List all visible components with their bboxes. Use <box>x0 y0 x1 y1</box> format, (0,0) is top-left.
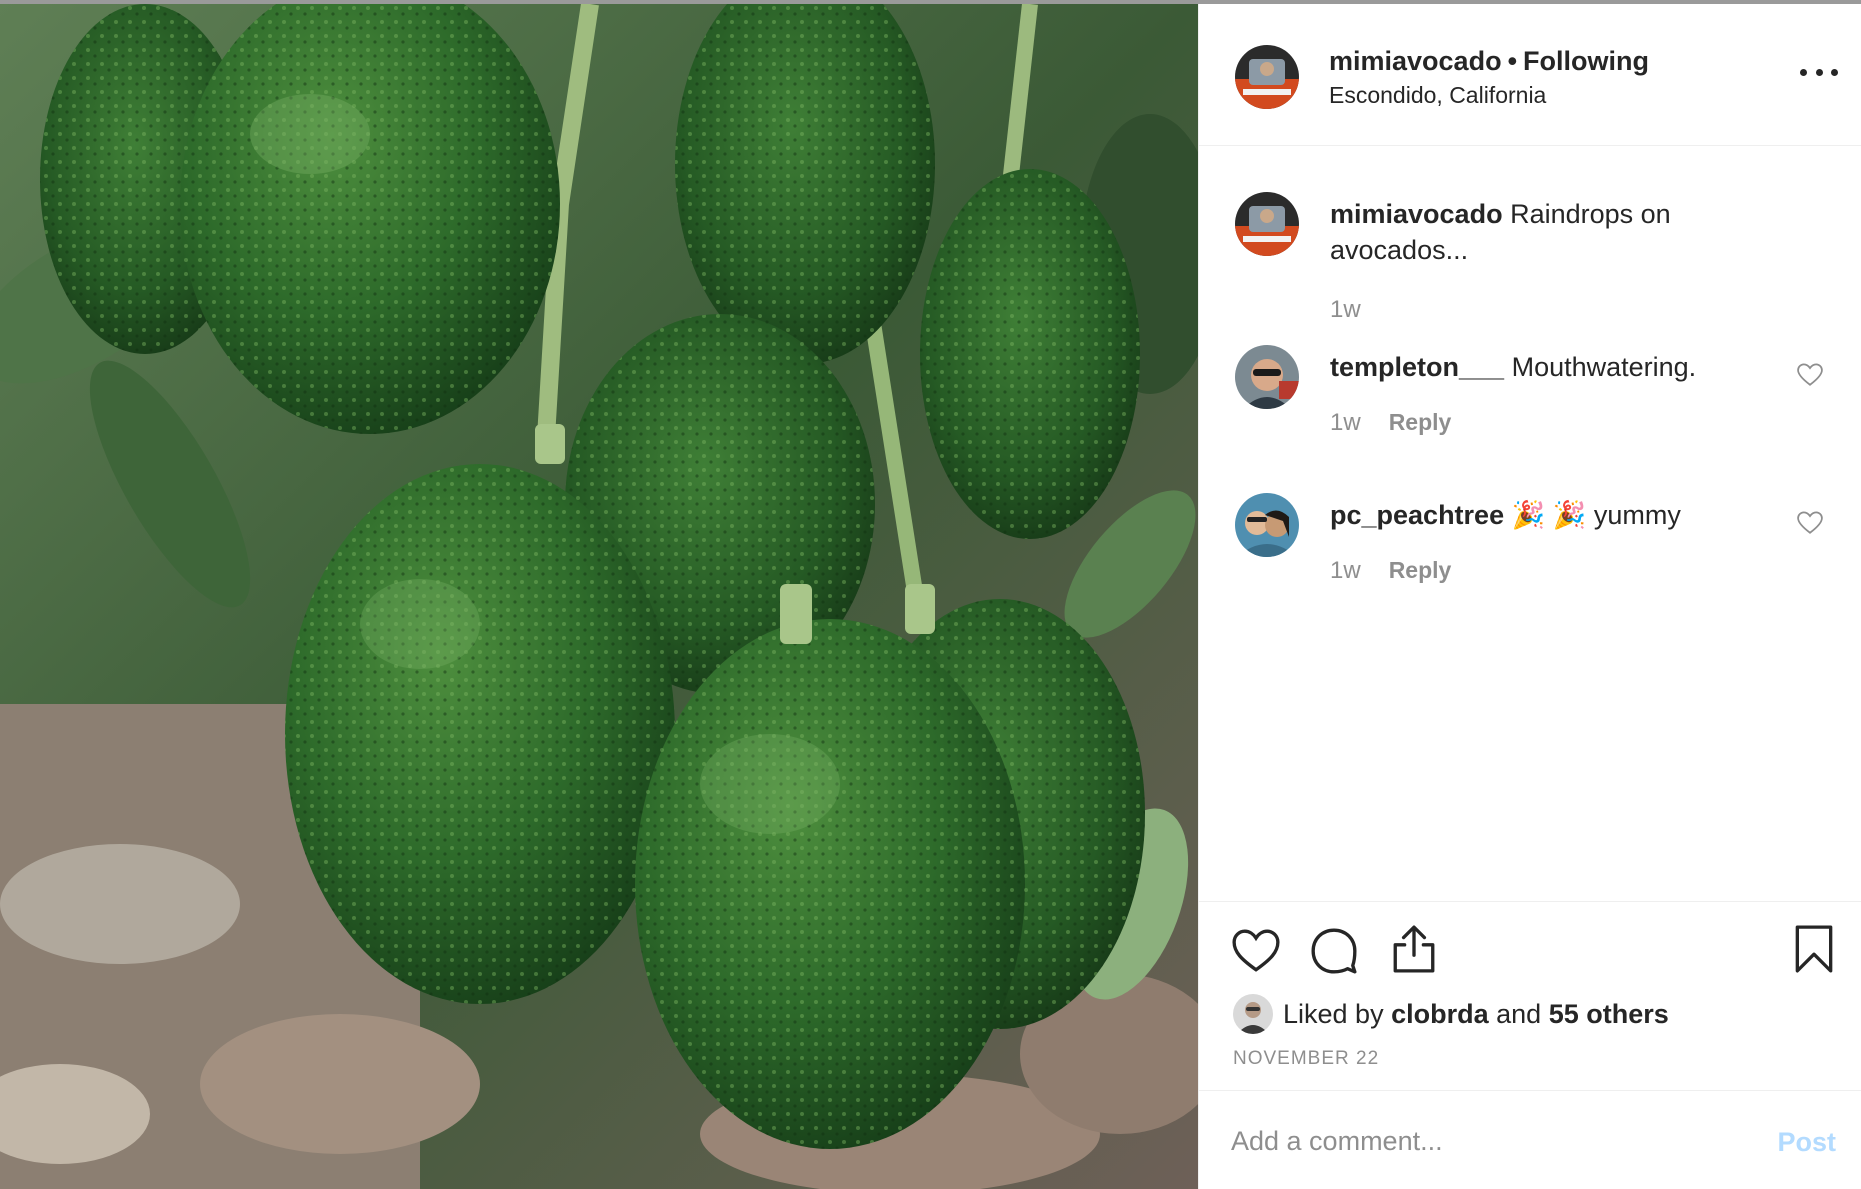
post-date[interactable]: NOVEMBER 22 <box>1233 1048 1379 1070</box>
add-comment-bar: Post <box>1199 1091 1861 1189</box>
comment-item: pc_peachtree 🎉 🎉 yummy 1w Reply <box>1235 493 1835 593</box>
liker-avatar[interactable] <box>1233 994 1273 1034</box>
post-photo[interactable] <box>0 4 1198 1189</box>
comment-time[interactable]: 1w <box>1330 557 1361 584</box>
post-caption: mimiavocado Raindrops on avocados... 1w <box>1235 192 1835 323</box>
reply-button[interactable]: Reply <box>1389 409 1452 435</box>
post-details-panel: mimiavocado • Following Escondido, Califor… <box>1198 4 1861 1189</box>
comment-meta: 1w Reply <box>1330 409 1451 437</box>
speech-bubble-icon[interactable] <box>1309 926 1359 976</box>
comment-time[interactable]: 1w <box>1330 409 1361 436</box>
bookmark-icon[interactable] <box>1789 924 1839 974</box>
likes-others-link[interactable]: 55 others <box>1549 999 1669 1030</box>
comment-text: Mouthwatering. <box>1511 352 1697 382</box>
heart-outline-icon[interactable] <box>1231 926 1281 976</box>
caption-text-block: mimiavocado Raindrops on avocados... <box>1330 196 1750 268</box>
comment-meta: 1w Reply <box>1330 557 1451 585</box>
comment-item: templeton___ Mouthwatering. 1w Reply <box>1235 345 1835 445</box>
likes-prefix: Liked by <box>1283 998 1384 1029</box>
post-comment-button[interactable]: Post <box>1777 1127 1836 1158</box>
reply-button[interactable]: Reply <box>1389 557 1452 583</box>
caption-time[interactable]: 1w <box>1330 296 1361 323</box>
comment-input[interactable] <box>1231 1119 1731 1163</box>
following-button[interactable]: Following <box>1523 46 1649 76</box>
heart-outline-icon[interactable] <box>1797 363 1823 387</box>
liker-username[interactable]: clobrda <box>1391 999 1489 1030</box>
comments-list: mimiavocado Raindrops on avocados... 1w … <box>1199 146 1861 901</box>
caption-meta: 1w <box>1330 296 1361 324</box>
heart-outline-icon[interactable] <box>1797 511 1823 535</box>
caption-username[interactable]: mimiavocado <box>1330 199 1503 229</box>
author-username[interactable]: mimiavocado <box>1329 46 1502 76</box>
commenter-avatar[interactable] <box>1235 493 1299 557</box>
post-actions: Liked by clobrda and 55 others NOVEMBER … <box>1199 901 1861 1091</box>
comment-text: 🎉 🎉 yummy <box>1511 500 1681 530</box>
share-upload-icon[interactable] <box>1389 924 1439 974</box>
caption-author-avatar[interactable] <box>1235 192 1299 256</box>
post-location[interactable]: Escondido, California <box>1329 82 1546 109</box>
likes-and: and <box>1496 998 1542 1029</box>
header-separator: • <box>1507 46 1518 76</box>
avocados-photo <box>0 4 1198 1189</box>
likes-summary: Liked by clobrda and 55 others <box>1233 994 1669 1034</box>
comment-username[interactable]: pc_peachtree <box>1330 500 1504 530</box>
header-title: mimiavocado • Following <box>1329 46 1649 77</box>
comment-username[interactable]: templeton___ <box>1330 352 1504 382</box>
author-avatar[interactable] <box>1235 45 1299 109</box>
comment-text-block: pc_peachtree 🎉 🎉 yummy <box>1330 497 1750 533</box>
post-header: mimiavocado • Following Escondido, Califor… <box>1199 4 1861 146</box>
comment-text-block: templeton___ Mouthwatering. <box>1330 349 1750 385</box>
more-options-icon[interactable] <box>1800 60 1838 84</box>
commenter-avatar[interactable] <box>1235 345 1299 409</box>
